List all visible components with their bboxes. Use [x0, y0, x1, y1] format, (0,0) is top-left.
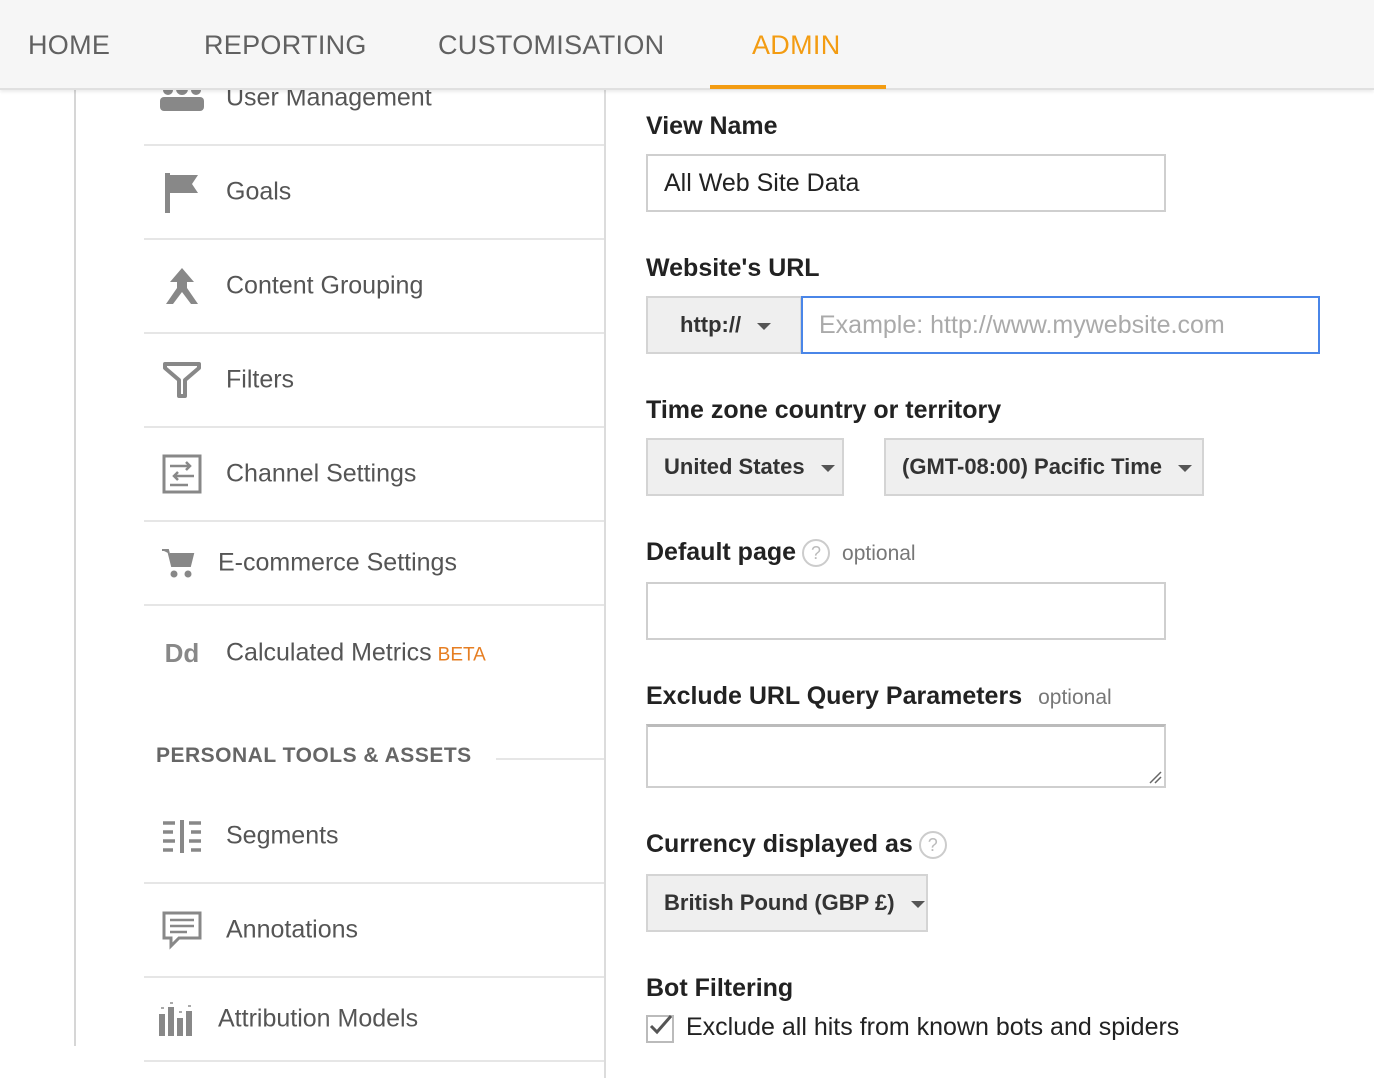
content-grouping-icon [158, 264, 206, 308]
sidebar-item-label: Annotations [226, 915, 359, 944]
left-rail [74, 90, 76, 1046]
sidebar-item-label: Filters [226, 365, 295, 394]
chevron-down-icon [910, 900, 925, 908]
chevron-down-icon [1178, 464, 1193, 472]
sidebar-item-goals[interactable]: Goals [144, 146, 604, 240]
currency-select[interactable]: British Pound (GBP £) [646, 874, 928, 932]
timezone-country-value: United States [664, 454, 805, 479]
sidebar-item-channel-settings[interactable]: Channel Settings [144, 428, 604, 522]
sidebar-item-filters[interactable]: Filters [144, 334, 604, 428]
optional-label: optional [842, 542, 916, 565]
sidebar-item-label: Segments [226, 821, 339, 850]
calculated-metrics-icon: Dd [164, 637, 200, 668]
optional-label: optional [1038, 686, 1112, 709]
timezone-country-select[interactable]: United States [646, 438, 844, 496]
bot-filtering-checkbox[interactable] [646, 1015, 674, 1043]
beta-badge: BETA [437, 644, 486, 666]
default-page-label-text: Default page [646, 538, 797, 566]
view-name-label: View Name [646, 112, 778, 140]
timezone-label: Time zone country or territory [646, 396, 1002, 424]
tab-reporting[interactable]: REPORTING [204, 0, 367, 90]
sidebar-item-label: Channel Settings [226, 459, 417, 488]
currency-value: British Pound (GBP £) [664, 890, 895, 915]
sidebar-item-calculated-metrics[interactable]: Dd Calculated Metrics BETA [144, 606, 604, 700]
view-name-input[interactable] [646, 154, 1166, 212]
top-nav: HOME REPORTING CUSTOMISATION ADMIN [0, 0, 1374, 90]
section-heading: PERSONAL TOOLS & ASSETS [156, 744, 472, 767]
tab-admin[interactable]: ADMIN [752, 0, 841, 90]
tab-home[interactable]: HOME [28, 0, 110, 90]
exclude-params-label-text: Exclude URL Query Parameters [646, 682, 1023, 710]
column-divider [604, 90, 606, 1078]
resize-handle-icon[interactable] [1148, 770, 1162, 784]
sidebar-item-label: Calculated Metrics BETA [226, 639, 486, 668]
sidebar-item-annotations[interactable]: Annotations [144, 884, 604, 978]
bot-filtering-label: Bot Filtering [646, 974, 794, 1002]
sidebar-item-label: E-commerce Settings [218, 548, 457, 577]
website-url-label: Website's URL [646, 254, 820, 282]
channel-settings-icon [158, 452, 206, 496]
checkmark-icon [649, 1015, 673, 1035]
active-tab-indicator [710, 85, 886, 89]
flag-icon [158, 170, 206, 214]
currency-label: Currency displayed as? [646, 830, 947, 860]
currency-label-text: Currency displayed as [646, 830, 913, 858]
exclude-params-textarea[interactable] [646, 724, 1166, 788]
chevron-down-icon [757, 322, 772, 330]
cart-icon [158, 541, 198, 585]
help-icon[interactable]: ? [802, 539, 831, 568]
sidebar-item-label: Goals [226, 177, 292, 206]
website-url-input[interactable] [801, 296, 1320, 354]
sidebar-item-label: Content Grouping [226, 271, 424, 300]
attribution-icon [158, 997, 198, 1041]
bot-filtering-checkbox-label: Exclude all hits from known bots and spi… [686, 1013, 1180, 1041]
default-page-input[interactable] [646, 582, 1166, 640]
sidebar-item-ecommerce-settings[interactable]: E-commerce Settings [144, 522, 604, 606]
segments-icon [158, 814, 206, 858]
tab-customisation[interactable]: CUSTOMISATION [438, 0, 664, 90]
exclude-params-label: Exclude URL Query Parameters optional [646, 682, 1112, 711]
protocol-value: http:// [680, 312, 742, 337]
annotations-icon [158, 908, 206, 952]
sidebar-item-segments[interactable]: Segments [144, 790, 604, 884]
filter-icon [158, 358, 206, 402]
sidebar-item-content-grouping[interactable]: Content Grouping [144, 240, 604, 334]
sidebar-item-attribution-models[interactable]: Attribution Models [144, 978, 604, 1062]
protocol-select[interactable]: http:// [646, 296, 802, 354]
section-divider [496, 758, 604, 760]
default-page-label: Default page? optional [646, 538, 916, 568]
calculated-metrics-label: Calculated Metrics [226, 638, 432, 667]
chevron-down-icon [820, 464, 835, 472]
help-icon[interactable]: ? [918, 831, 947, 860]
timezone-zone-select[interactable]: (GMT-08:00) Pacific Time [884, 438, 1204, 496]
timezone-zone-value: (GMT-08:00) Pacific Time [902, 454, 1163, 479]
sidebar-item-label: Attribution Models [218, 1004, 419, 1033]
